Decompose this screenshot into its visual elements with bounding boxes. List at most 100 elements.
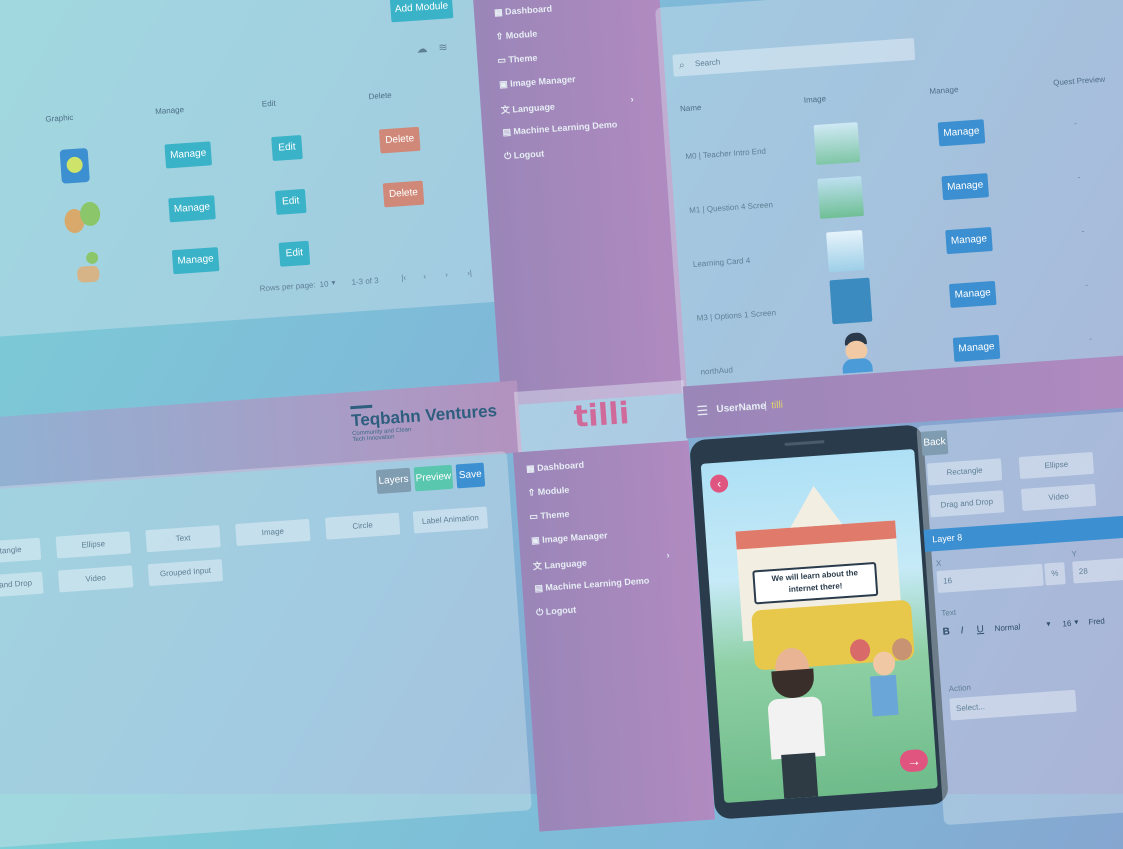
circle-tool[interactable]: Circle bbox=[324, 512, 401, 540]
back-arrow-icon[interactable]: ‹ bbox=[709, 474, 729, 494]
sidebar-item-language[interactable]: 文 Language › bbox=[532, 550, 670, 573]
manage-button[interactable]: Manage bbox=[164, 141, 213, 169]
label-animation-tool[interactable]: Label Animation bbox=[412, 506, 489, 534]
layer-header[interactable]: Layer 8 bbox=[923, 514, 1123, 552]
sidebar-item-logout[interactable]: ⏻ Logout bbox=[536, 605, 577, 619]
preview-button[interactable]: Preview bbox=[413, 464, 454, 492]
manage-button[interactable]: Manage bbox=[937, 119, 986, 147]
manage-button[interactable]: Manage bbox=[941, 173, 990, 201]
x-label: X bbox=[935, 558, 942, 569]
image-tool[interactable]: Image bbox=[235, 518, 311, 546]
action-label: Action bbox=[948, 682, 972, 694]
font-family-select[interactable]: Fred bbox=[1088, 616, 1105, 626]
sidebar-item-theme[interactable]: ▭ Theme bbox=[497, 53, 538, 67]
edit-button[interactable]: Edit bbox=[278, 240, 311, 267]
speech-text: We will learn about the internet there! bbox=[771, 568, 859, 595]
back-button[interactable]: Back bbox=[920, 430, 949, 456]
quest-value: - bbox=[1081, 226, 1085, 236]
sidebar-item-logout[interactable]: ⏻ Logout bbox=[504, 148, 545, 162]
chevron-down-icon[interactable]: ▾ bbox=[331, 278, 336, 287]
user-role: tilli bbox=[770, 399, 784, 412]
manage-button[interactable]: Manage bbox=[945, 227, 993, 255]
quest-value: - bbox=[1085, 280, 1089, 290]
editor-canvas-panel: Layers Preview Save Rectangle Ellipse Te… bbox=[0, 450, 532, 849]
grouped-input-tool[interactable]: Grouped Input bbox=[147, 559, 224, 587]
table-row: northAud Manage - bbox=[655, 0, 1123, 377]
row-name: M0 | Teacher Intro End bbox=[685, 146, 767, 162]
translate-icon: 文 bbox=[500, 104, 513, 116]
italic-icon[interactable]: I bbox=[960, 625, 964, 636]
last-page-icon[interactable]: ›| bbox=[467, 268, 472, 277]
next-page-icon[interactable]: › bbox=[445, 270, 448, 279]
sidebar-item-language[interactable]: 文 Language › bbox=[500, 94, 634, 117]
delete-button[interactable]: Delete bbox=[382, 180, 425, 208]
y-label: Y bbox=[1071, 549, 1078, 559]
drag-and-drop-tool[interactable]: Drag and Drop bbox=[0, 571, 44, 599]
sidebar-item-dashboard[interactable]: ▦ Dashboard bbox=[526, 460, 585, 475]
ellipse-tool[interactable]: Ellipse bbox=[55, 531, 131, 559]
menu-icon[interactable]: ☰ bbox=[696, 403, 709, 420]
prev-page-icon[interactable]: ‹ bbox=[423, 272, 426, 281]
company-name: Teqbahn Ventures bbox=[350, 401, 498, 431]
layers-button[interactable]: Layers bbox=[375, 467, 412, 495]
module-list-panel: Add Module ☁ ≋ Graphic Manage Edit Delet… bbox=[0, 0, 512, 339]
manage-button[interactable]: Manage bbox=[952, 334, 1001, 362]
font-style-select[interactable]: Normal bbox=[994, 622, 1020, 633]
layer-name: Layer 8 bbox=[931, 532, 963, 545]
search-input[interactable]: Search bbox=[672, 37, 916, 77]
sidebar-item-dashboard[interactable]: ▦ Dashboard bbox=[494, 3, 553, 18]
video-tool[interactable]: Video bbox=[58, 565, 134, 593]
edit-button[interactable]: Edit bbox=[274, 188, 307, 215]
phone-screen: We will learn about the internet there! … bbox=[700, 448, 938, 804]
pagination-range: 1-3 of 3 bbox=[351, 275, 379, 287]
ellipse-tool[interactable]: Ellipse bbox=[1018, 451, 1095, 480]
sidebar-item-module[interactable]: ⇧ Module bbox=[527, 485, 569, 499]
chevron-right-icon: › bbox=[666, 549, 670, 561]
sidebar-item-image-manager[interactable]: ▣ Image Manager bbox=[531, 530, 608, 546]
add-module-button[interactable]: Add Module bbox=[389, 0, 454, 23]
video-tool[interactable]: Video bbox=[1020, 483, 1097, 511]
chevron-down-icon[interactable]: ▾ bbox=[1046, 619, 1051, 628]
teacher-character bbox=[760, 646, 830, 800]
sidebar-item-theme[interactable]: ▭ Theme bbox=[529, 509, 570, 523]
manage-button[interactable]: Manage bbox=[168, 195, 216, 223]
rectangle-tool[interactable]: Rectangle bbox=[926, 458, 1003, 486]
image-icon: ▣ bbox=[498, 78, 511, 90]
manage-button[interactable]: Manage bbox=[948, 280, 997, 309]
drag-and-drop-tool[interactable]: Drag and Drop bbox=[929, 490, 1005, 518]
next-arrow-icon[interactable]: → bbox=[899, 748, 929, 773]
sidebar-item-module[interactable]: ⇧ Module bbox=[495, 29, 537, 43]
manage-header: Manage bbox=[929, 84, 959, 96]
edit-header: Edit bbox=[261, 98, 276, 109]
layers-icon[interactable]: ≋ bbox=[438, 41, 448, 55]
cloud-icon[interactable]: ☁ bbox=[416, 42, 428, 56]
save-button[interactable]: Save bbox=[455, 462, 486, 489]
y-input[interactable]: 28 bbox=[1072, 557, 1123, 584]
bold-icon[interactable]: B bbox=[942, 626, 950, 637]
monitor-icon: ▭ bbox=[529, 510, 541, 522]
rows-per-page-select[interactable]: 10 bbox=[319, 279, 329, 289]
font-size-select[interactable]: 16 bbox=[1062, 619, 1072, 629]
manage-button[interactable]: Manage bbox=[171, 247, 220, 275]
action-select[interactable]: Select... bbox=[949, 689, 1077, 721]
row-name: northAud bbox=[700, 365, 734, 377]
name-header: Name bbox=[679, 102, 702, 114]
file-icon: ▤ bbox=[534, 582, 546, 594]
table-row: Learning Card 4 Manage - bbox=[655, 0, 1123, 273]
sidebar-item-machine-learning-demo[interactable]: ▤ Machine Learning Demo bbox=[502, 119, 618, 138]
sidebar-item-image-manager[interactable]: ▣ Image Manager bbox=[499, 74, 576, 90]
quest-preview-header: Quest Preview bbox=[1052, 74, 1106, 88]
image-icon: ▣ bbox=[530, 534, 543, 546]
delete-button[interactable]: Delete bbox=[378, 126, 421, 154]
sidebar-item-machine-learning-demo[interactable]: ▤ Machine Learning Demo bbox=[534, 575, 650, 594]
underline-icon[interactable]: U bbox=[976, 624, 984, 635]
phone-speaker bbox=[784, 440, 825, 446]
rectangle-tool[interactable]: Rectangle bbox=[0, 537, 42, 565]
first-page-icon[interactable]: |‹ bbox=[401, 273, 406, 282]
x-input[interactable]: 16 bbox=[936, 563, 1044, 594]
row-name: M3 | Options 1 Screen bbox=[696, 308, 777, 323]
edit-button[interactable]: Edit bbox=[271, 135, 303, 162]
graphic-header: Graphic bbox=[45, 112, 74, 124]
chevron-down-icon[interactable]: ▾ bbox=[1074, 617, 1079, 626]
text-tool[interactable]: Text bbox=[145, 525, 221, 553]
